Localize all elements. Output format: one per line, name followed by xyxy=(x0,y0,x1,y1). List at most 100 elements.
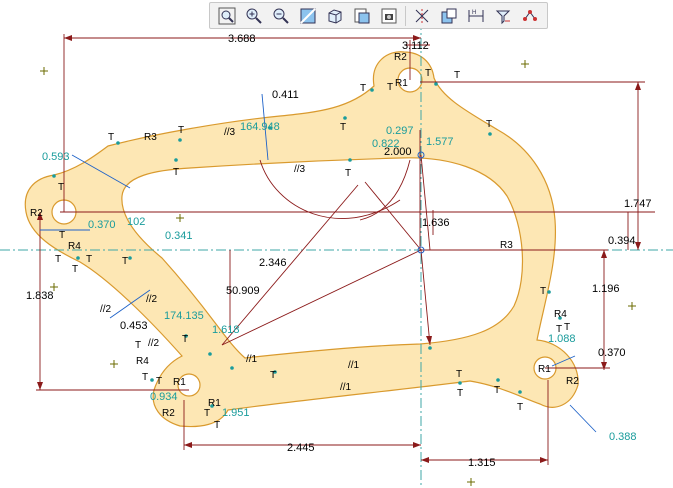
svg-text:T: T xyxy=(142,372,148,383)
svg-text:R2: R2 xyxy=(394,52,407,63)
svg-text:T: T xyxy=(204,408,210,419)
constraint-display-button[interactable] xyxy=(490,3,516,28)
svg-text:R3: R3 xyxy=(500,240,513,251)
dim-2000[interactable]: 2.000 xyxy=(384,146,412,158)
svg-text:T: T xyxy=(387,82,393,93)
svg-text:T: T xyxy=(340,122,346,133)
zoom-out-button[interactable] xyxy=(268,3,294,28)
sketch-orientation-icon xyxy=(441,8,457,23)
view-manager-button[interactable] xyxy=(376,3,402,28)
svg-text://2: //2 xyxy=(148,338,160,349)
svg-text:T: T xyxy=(182,334,188,345)
svg-text:T: T xyxy=(457,388,463,399)
svg-text:R4: R4 xyxy=(554,309,567,320)
svg-text://1: //1 xyxy=(246,354,258,365)
dim-0388[interactable]: 0.388 xyxy=(609,431,637,443)
svg-text:R1: R1 xyxy=(538,364,551,375)
display-style-button[interactable] xyxy=(322,3,348,28)
dim-0370-left[interactable]: 0.370 xyxy=(88,219,116,231)
svg-text:T: T xyxy=(122,256,128,267)
svg-text:T: T xyxy=(214,420,220,431)
svg-text://1: //1 xyxy=(348,360,360,371)
svg-text:T: T xyxy=(425,68,431,79)
svg-text:T: T xyxy=(58,182,64,193)
dim-1196[interactable]: 1.196 xyxy=(592,283,620,295)
constraint-display-icon xyxy=(495,10,511,24)
svg-text:T: T xyxy=(72,264,78,275)
dim-50909[interactable]: 50.909 xyxy=(226,285,260,297)
svg-text:T: T xyxy=(564,322,570,333)
svg-text:T: T xyxy=(456,369,462,380)
dim-164948[interactable]: 164.948 xyxy=(240,121,280,133)
svg-text://3: //3 xyxy=(294,164,306,175)
vertex-display-button[interactable] xyxy=(517,3,543,28)
dim-1747[interactable]: 1.747 xyxy=(624,198,652,210)
svg-text:R1: R1 xyxy=(395,78,408,89)
dim-0593[interactable]: 0.593 xyxy=(42,151,70,163)
dim-102[interactable]: 102 xyxy=(127,216,145,228)
svg-text:R2: R2 xyxy=(30,208,43,219)
svg-text://2: //2 xyxy=(100,304,112,315)
sketch-profile[interactable] xyxy=(24,51,579,428)
svg-text:T: T xyxy=(156,376,162,387)
dim-1636[interactable]: 1.636 xyxy=(422,217,450,229)
repaint-button[interactable] xyxy=(295,3,321,28)
svg-text:T: T xyxy=(173,167,179,178)
svg-text:T: T xyxy=(55,254,61,265)
dim-2346[interactable]: 2.346 xyxy=(259,257,287,269)
svg-text:R4: R4 xyxy=(68,241,81,252)
svg-text:T: T xyxy=(454,70,460,81)
display-style-icon xyxy=(328,8,342,24)
dim-1951[interactable]: 1.951 xyxy=(222,407,250,419)
svg-text:T: T xyxy=(494,385,500,396)
repaint-icon xyxy=(300,7,316,24)
sketch-canvas[interactable]: 3.688 3.112 0.411 164.948 0.297 0.822 1.… xyxy=(0,0,673,488)
sketch-orientation-button[interactable] xyxy=(436,3,462,28)
zoom-in-button[interactable] xyxy=(241,3,267,28)
zoom-fit-icon xyxy=(218,7,236,24)
dim-0411[interactable]: 0.411 xyxy=(272,89,299,101)
dim-0370-right[interactable]: 0.370 xyxy=(598,347,626,359)
dim-2445[interactable]: 2.445 xyxy=(287,442,315,454)
dimension-display-button[interactable]: H xyxy=(463,3,489,28)
vertex-display-icon xyxy=(523,9,537,21)
svg-text:R2: R2 xyxy=(566,376,579,387)
dim-3112[interactable]: 3.112 xyxy=(402,40,429,52)
svg-text:T: T xyxy=(360,83,366,94)
svg-text:T: T xyxy=(135,340,141,351)
svg-text:T: T xyxy=(59,230,65,241)
dim-0341[interactable]: 0.341 xyxy=(165,230,193,242)
dim-0394[interactable]: 0.394 xyxy=(608,235,636,247)
svg-text:T: T xyxy=(108,132,114,143)
sketch-drawing[interactable]: 3.688 3.112 0.411 164.948 0.297 0.822 1.… xyxy=(0,0,673,488)
dim-3688[interactable]: 3.688 xyxy=(228,33,256,45)
svg-text:R2: R2 xyxy=(162,408,175,419)
svg-text:T: T xyxy=(486,119,492,130)
saved-views-button[interactable] xyxy=(349,3,375,28)
svg-text:T: T xyxy=(517,402,523,413)
datum-display-button[interactable] xyxy=(409,3,435,28)
svg-text:T: T xyxy=(270,370,276,381)
dim-1618[interactable]: 1.618 xyxy=(212,324,240,336)
zoom-in-icon xyxy=(246,8,262,24)
view-toolbar: H xyxy=(209,2,548,29)
dim-0453[interactable]: 0.453 xyxy=(120,320,148,332)
dim-174135[interactable]: 174.135 xyxy=(164,310,204,322)
svg-text://1: //1 xyxy=(340,382,352,393)
svg-text://3: //3 xyxy=(224,127,236,138)
zoom-fit-button[interactable] xyxy=(214,3,240,28)
dim-0934[interactable]: 0.934 xyxy=(150,391,178,403)
svg-text:T: T xyxy=(345,168,351,179)
dimension-display-icon: H xyxy=(468,9,484,22)
svg-text:R4: R4 xyxy=(136,356,149,367)
dim-1577[interactable]: 1.577 xyxy=(426,136,454,148)
view-manager-icon xyxy=(381,8,397,23)
svg-text:R3: R3 xyxy=(144,132,157,143)
dim-1315[interactable]: 1.315 xyxy=(468,457,496,469)
saved-views-icon xyxy=(354,8,370,23)
dim-1838[interactable]: 1.838 xyxy=(26,290,54,302)
svg-text:T: T xyxy=(178,125,184,136)
dim-0297[interactable]: 0.297 xyxy=(386,125,414,137)
svg-text:H: H xyxy=(472,10,476,16)
svg-text:T: T xyxy=(556,324,562,335)
